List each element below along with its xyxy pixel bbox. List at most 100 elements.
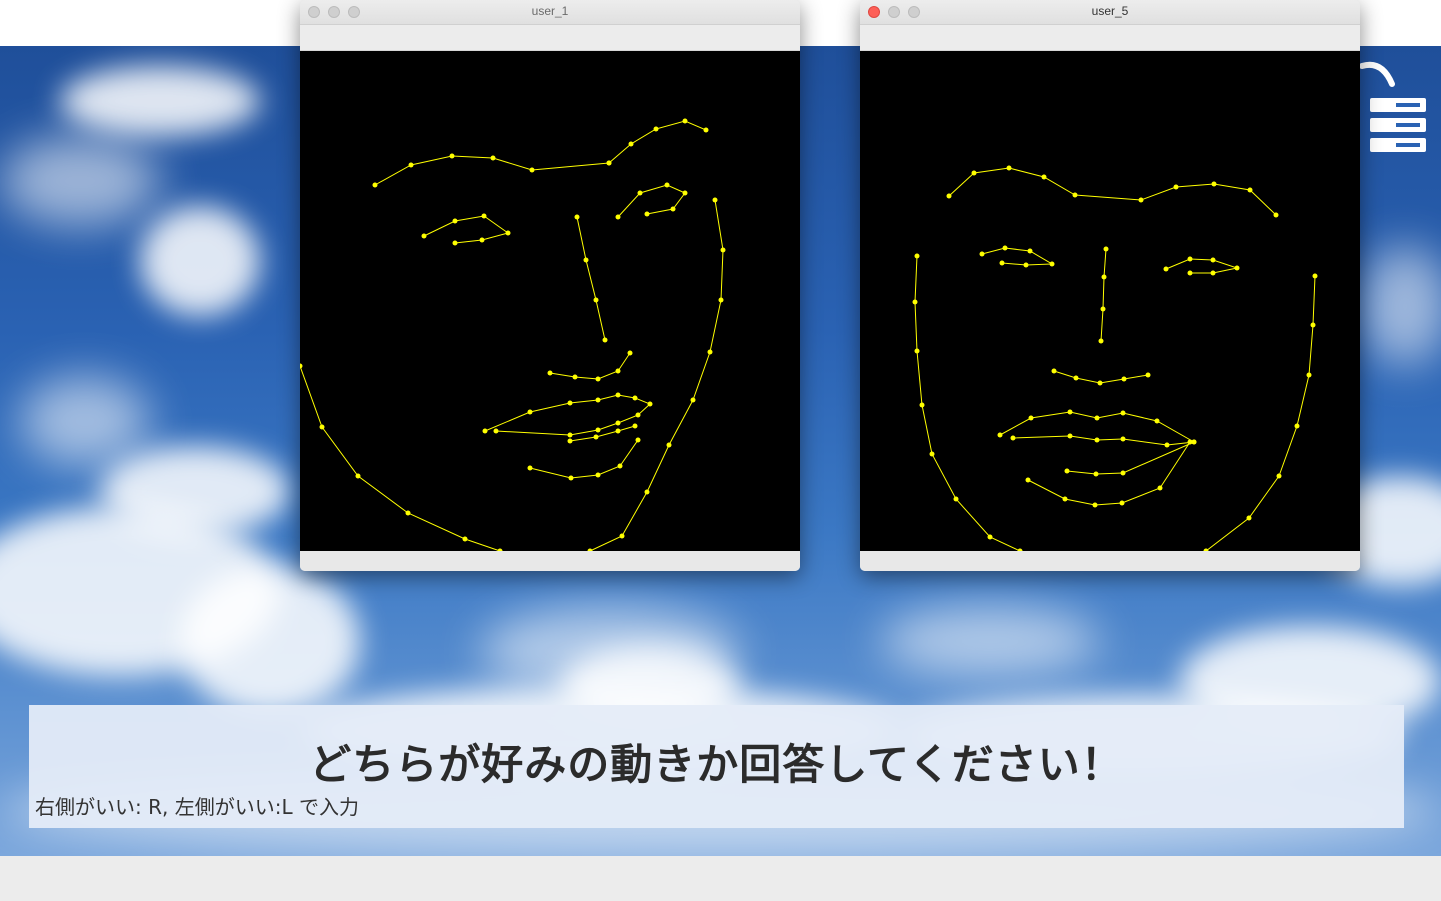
landmark-point — [481, 213, 487, 219]
face-landmarks-left — [300, 118, 726, 554]
landmark-line — [576, 216, 606, 341]
landmark-point — [595, 472, 601, 478]
landmark-point — [999, 260, 1005, 266]
landmark-point — [452, 240, 458, 246]
landmark-line — [914, 255, 1021, 552]
landmark-point — [971, 170, 977, 176]
landmark-point — [567, 438, 573, 444]
landmark-point — [606, 160, 612, 166]
landmark-point — [482, 428, 488, 434]
landmark-point — [1093, 471, 1099, 477]
landmark-point — [1312, 273, 1318, 279]
landmark-point — [919, 402, 925, 408]
landmark-point — [1276, 473, 1282, 479]
landmark-point — [1098, 338, 1104, 344]
landmark-point — [670, 206, 676, 212]
landmark-point — [712, 197, 718, 203]
landmark-point — [300, 363, 303, 369]
landmark-point — [567, 432, 573, 438]
landmark-point — [1187, 270, 1193, 276]
landmark-point — [1002, 245, 1008, 251]
landmark-point — [979, 251, 985, 257]
landmark-point — [703, 127, 709, 133]
window-toolbar — [860, 25, 1360, 51]
landmark-point — [912, 299, 918, 305]
landmark-point — [682, 190, 688, 196]
landmark-point — [1120, 410, 1126, 416]
landmark-line — [589, 199, 724, 552]
landmark-point — [653, 126, 659, 132]
desktop-bottom-area — [0, 856, 1441, 901]
landmark-point — [635, 412, 641, 418]
landmark-point — [628, 141, 634, 147]
landmark-point — [355, 473, 361, 479]
server-icon[interactable] — [1358, 58, 1428, 154]
landmark-point — [1027, 248, 1033, 254]
prompt-panel: どちらが好みの動きか回答してください！ 右側がいい: R, 左側がいい:L で入… — [29, 705, 1404, 828]
landmark-point — [595, 397, 601, 403]
window-title: user_5 — [1091, 4, 1129, 18]
landmark-point — [1210, 270, 1216, 276]
landmark-point — [690, 397, 696, 403]
landmark-point — [319, 424, 325, 430]
landmark-point — [914, 348, 920, 354]
landmark-point — [929, 451, 935, 457]
landmark-point — [619, 533, 625, 539]
landmark-point — [568, 475, 574, 481]
landmark-point — [567, 400, 573, 406]
landmark-point — [1025, 477, 1031, 483]
landmark-point — [615, 214, 621, 220]
landmark-point — [914, 253, 920, 259]
landmark-line — [423, 215, 510, 244]
landmark-point — [452, 218, 458, 224]
landmark-point — [1145, 372, 1151, 378]
landmark-point — [1211, 181, 1217, 187]
landmark-point — [1246, 515, 1252, 521]
landmark-point — [1006, 165, 1012, 171]
landmark-point — [1064, 468, 1070, 474]
landmark-point — [615, 392, 621, 398]
landmark-line — [1165, 258, 1239, 274]
landmark-point — [637, 190, 643, 196]
landmark-point — [720, 247, 726, 253]
window-user-1[interactable]: user_1 — [300, 0, 800, 571]
landmark-point — [583, 257, 589, 263]
landmark-point — [644, 489, 650, 495]
window-titlebar[interactable]: user_5 — [860, 0, 1360, 25]
landmark-point — [595, 376, 601, 382]
landmark-point — [527, 409, 533, 415]
landmark-point — [1094, 437, 1100, 443]
landmark-point — [1310, 322, 1316, 328]
landmark-point — [602, 337, 608, 343]
landmark-point — [490, 155, 496, 161]
landmark-point — [1119, 500, 1125, 506]
landmark-point — [718, 297, 724, 303]
landmark-point — [1010, 435, 1016, 441]
landmark-point — [479, 237, 485, 243]
landmark-point — [462, 536, 468, 542]
landmark-line — [1100, 248, 1107, 342]
landmark-line — [1205, 275, 1316, 552]
landmark-point — [1049, 261, 1055, 267]
landmark-point — [627, 350, 633, 356]
landmark-point — [632, 423, 638, 429]
landmark-point — [593, 434, 599, 440]
landmark-point — [644, 211, 650, 217]
landmark-point — [421, 233, 427, 239]
landmark-line — [948, 167, 1277, 216]
landmark-point — [1273, 212, 1279, 218]
landmark-point — [707, 349, 713, 355]
window-user-5[interactable]: user_5 — [860, 0, 1360, 571]
window-titlebar[interactable]: user_1 — [300, 0, 800, 25]
landmark-point — [615, 420, 621, 426]
landmark-point — [1164, 442, 1170, 448]
landmark-point — [1138, 197, 1144, 203]
landmark-point — [1234, 265, 1240, 271]
landmark-point — [547, 370, 553, 376]
face-landmark-canvas — [300, 51, 800, 554]
face-landmark-canvas — [860, 51, 1360, 554]
landmark-point — [1173, 184, 1179, 190]
landmark-point — [1306, 372, 1312, 378]
landmark-point — [493, 428, 499, 434]
landmark-line — [981, 247, 1054, 266]
